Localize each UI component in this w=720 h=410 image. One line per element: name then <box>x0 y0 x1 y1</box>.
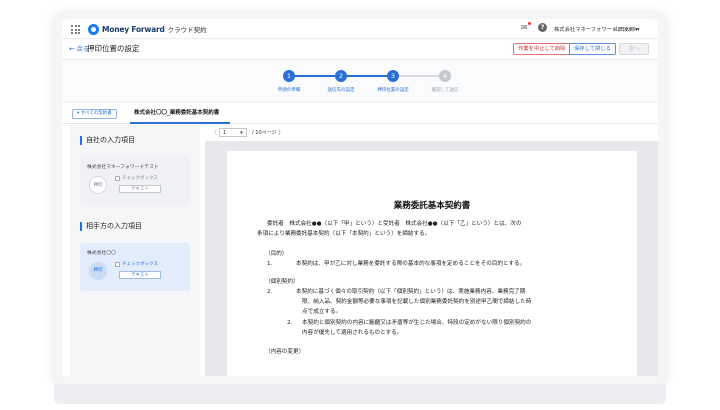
stepper: 1 2 3 4 申請の準備 送信先の設定 押印位置の設定 確認して送信 <box>62 59 658 103</box>
checkbox-icon <box>115 175 120 181</box>
doc-line: 点で成立する。 <box>302 309 342 315</box>
doc-line: 内容が優先して適用されるものとする。 <box>302 330 403 336</box>
own-fields-card: 株式会社マネーフォワードテスト 押印 チェックボックス テキスト <box>80 157 190 205</box>
top-bar: Money Forward クラウド契約 ✉ ? 株式会社マネーフォワードテスト… <box>62 19 658 39</box>
doc-heading: （内容の変更） <box>265 349 305 355</box>
doc-heading: （個別契約） <box>265 279 299 285</box>
active-tab-indicator <box>130 122 230 124</box>
other-checkbox-field[interactable]: チェックボックス <box>115 261 158 267</box>
own-stamp-field[interactable]: 押印 <box>89 176 107 194</box>
input-fields-panel: 自社の入力項目 株式会社マネーフォワードテスト 押印 チェックボックス テキスト… <box>70 125 200 376</box>
doc-line: 本契約に基づく個々の取引契約（以下「個別契約」という）は、実施業務内容、業務完了… <box>296 289 526 295</box>
page-select[interactable]: 1 ▼ <box>219 128 247 137</box>
user-menu[interactable]: 山田太郎 ▾ <box>614 25 640 33</box>
save-close-button[interactable]: 保存して閉じる <box>569 43 616 55</box>
section-accent-bar <box>80 221 82 231</box>
doc-line: 条項により業務委託基本契約（以下「本契約」という）を締結する。 <box>257 231 431 237</box>
next-button[interactable]: 次へ <box>619 43 649 55</box>
own-fields-heading-label: 自社の入力項目 <box>86 136 135 144</box>
doc-line: 委託者 株式会社●●（以下「甲」という）と受託者 株式会社●●（以下「乙」という… <box>267 221 522 227</box>
logo[interactable]: Money Forward クラウド契約 <box>88 23 207 35</box>
other-text-field[interactable]: テキスト <box>119 271 161 279</box>
other-company-name: 株式会社〇〇 <box>87 251 116 256</box>
doc-line: 限、納入品、契約金額等必要な事項を記載した個別業務委託契約を別途甲乙間で締結した… <box>302 299 532 305</box>
doc-item-number: 2. <box>287 320 293 326</box>
doc-line: 本契約と個別契約の内容に齟齬又は矛盾等が生じた場合、特段の定めがない限り個別契約… <box>302 320 532 326</box>
document-viewer[interactable]: 業務委託基本契約書 委託者 株式会社●●（以下「甲」という）と受託者 株式会社●… <box>205 141 658 376</box>
page-navigator: 〈 1 ▼ / 10ページ 〉 <box>205 125 658 141</box>
device-base <box>54 384 666 404</box>
step-2: 2 <box>335 70 347 82</box>
other-stamp-field[interactable]: 押印 <box>89 262 107 280</box>
other-fields-heading: 相手方の入力項目 <box>80 221 142 231</box>
logo-mark-icon <box>88 23 99 35</box>
step-connector <box>398 75 440 77</box>
step-1: 1 <box>283 70 295 82</box>
app-grid-icon[interactable] <box>71 25 80 34</box>
other-checkbox-label: チェックボックス <box>122 262 158 267</box>
back-link[interactable]: ← 戻る <box>69 44 89 54</box>
own-checkbox-field[interactable]: チェックボックス <box>115 175 158 181</box>
doc-item-number: 2. <box>267 289 273 295</box>
title-row: ← 戻る 押印位置の設定 作業を中止して削除 保存して閉じる 次へ <box>62 40 658 58</box>
tab-current-document[interactable]: 株式会社〇〇_業務委託基本契約書 <box>134 108 219 116</box>
page-select-value: 1 <box>223 130 227 136</box>
step-connector <box>294 75 336 77</box>
doc-heading: （目的） <box>265 251 288 257</box>
other-fields-card: 株式会社〇〇 押印 チェックボックス テキスト <box>80 243 190 291</box>
other-fields-heading-label: 相手方の入力項目 <box>86 222 142 230</box>
next-page-button[interactable]: 〉 <box>278 128 284 137</box>
page-total: / 10ページ <box>252 130 277 136</box>
logo-text: Money Forward <box>102 24 165 34</box>
doc-item-number: 1. <box>267 261 273 267</box>
checkbox-icon <box>115 261 120 267</box>
step-4: 4 <box>439 70 451 82</box>
app-screen: Money Forward クラウド契約 ✉ ? 株式会社マネーフォワードテスト… <box>62 19 658 376</box>
doc-line: 本契約は、甲が乙に対し業務を委託する際の基本的な事項を定めることをその目的とする… <box>296 261 526 267</box>
document-page[interactable]: 業務委託基本契約書 委託者 株式会社●●（以下「甲」という）と受託者 株式会社●… <box>227 151 637 376</box>
own-fields-heading: 自社の入力項目 <box>80 135 135 145</box>
step-1-label: 申請の準備 <box>277 88 301 93</box>
own-company-name: 株式会社マネーフォワードテスト <box>87 165 159 170</box>
step-connector <box>346 75 388 77</box>
notification-dot <box>528 22 531 25</box>
step-3: 3 <box>387 70 399 82</box>
own-text-field[interactable]: テキスト <box>119 185 161 193</box>
section-accent-bar <box>80 135 82 145</box>
back-arrow-icon: ← <box>69 44 75 53</box>
notification-bell-icon[interactable]: ✉ <box>521 23 528 32</box>
document-tabs: ▾ すべての契約書 株式会社〇〇_業務委託基本契約書 <box>62 104 658 124</box>
all-contracts-dropdown[interactable]: ▾ すべての契約書 <box>72 109 117 119</box>
chevron-down-icon: ▼ <box>239 130 243 135</box>
device-frame: Money Forward クラウド契約 ✉ ? 株式会社マネーフォワードテスト… <box>54 11 666 384</box>
own-checkbox-label: チェックボックス <box>122 176 158 181</box>
prev-page-button[interactable]: 〈 <box>211 128 217 137</box>
logo-subtitle: クラウド契約 <box>167 26 207 34</box>
step-3-label: 押印位置の設定 <box>377 88 409 93</box>
help-icon[interactable]: ? <box>538 23 547 32</box>
page-title: 押印位置の設定 <box>87 44 140 53</box>
cancel-delete-button[interactable]: 作業を中止して削除 <box>513 43 571 55</box>
step-4-label: 確認して送信 <box>431 88 459 93</box>
step-2-label: 送信先の設定 <box>327 88 355 93</box>
document-title: 業務委託基本契約書 <box>393 201 471 211</box>
